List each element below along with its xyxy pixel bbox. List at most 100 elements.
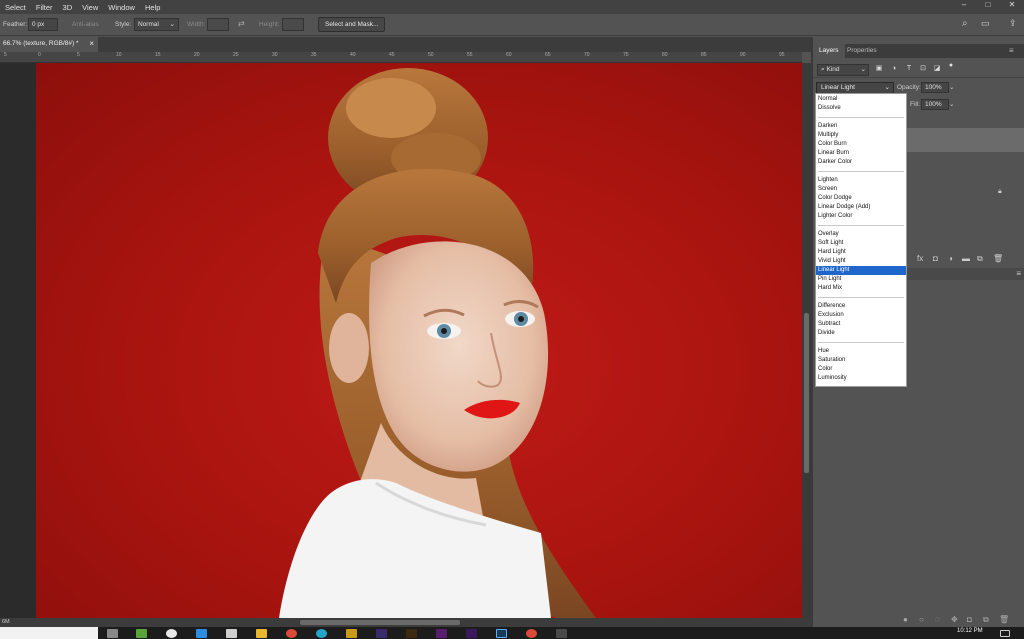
shape-filter-icon[interactable]: ⊡ bbox=[919, 65, 927, 73]
photoshop-icon[interactable] bbox=[496, 629, 507, 638]
blend-mode-option[interactable]: Subtract bbox=[816, 320, 906, 329]
menu-3d[interactable]: 3D bbox=[58, 3, 78, 12]
app-icon[interactable] bbox=[436, 629, 447, 638]
chevron-down-icon[interactable]: ⌄ bbox=[949, 83, 954, 91]
close-button[interactable]: ✕ bbox=[1000, 0, 1024, 14]
menu-window[interactable]: Window bbox=[103, 3, 140, 12]
new-item-icon[interactable]: ⧉ bbox=[983, 615, 989, 625]
blend-mode-option[interactable]: Darker Color bbox=[816, 158, 906, 167]
blend-mode-option[interactable]: Soft Light bbox=[816, 239, 906, 248]
notification-icon[interactable] bbox=[1000, 630, 1010, 637]
new-layer-icon[interactable]: ⧉ bbox=[977, 254, 983, 264]
app-icon[interactable] bbox=[376, 629, 387, 638]
taskview-icon[interactable] bbox=[107, 629, 118, 638]
vertical-scrollbar[interactable] bbox=[802, 63, 811, 618]
menu-filter[interactable]: Filter bbox=[31, 3, 58, 12]
blend-mode-option[interactable]: Difference bbox=[816, 302, 906, 311]
blend-mode-option[interactable]: Divide bbox=[816, 329, 906, 338]
menu-help[interactable]: Help bbox=[140, 3, 165, 12]
app-icon[interactable] bbox=[196, 629, 207, 638]
trash-icon[interactable]: 🗑︎ bbox=[993, 254, 1003, 263]
chrome-icon[interactable] bbox=[286, 629, 297, 638]
menu-view[interactable]: View bbox=[77, 3, 103, 12]
feather-input[interactable]: 0 px bbox=[28, 18, 58, 31]
blend-mode-option[interactable]: Color Dodge bbox=[816, 194, 906, 203]
height-input[interactable] bbox=[282, 18, 304, 31]
app-icon[interactable] bbox=[556, 629, 567, 638]
style-select[interactable]: Normal ⌄ bbox=[134, 18, 179, 31]
select-and-mask-button[interactable]: Select and Mask... bbox=[318, 17, 386, 32]
app-icon[interactable] bbox=[466, 629, 477, 638]
blend-mode-option[interactable]: Hard Light bbox=[816, 248, 906, 257]
app-icon[interactable] bbox=[346, 629, 357, 638]
blend-mode-option[interactable]: Color bbox=[816, 365, 906, 374]
dashed-circle-icon[interactable]: ◌ bbox=[935, 615, 940, 624]
adjustment-layer-icon[interactable]: ◑ bbox=[948, 254, 953, 263]
horizontal-scrollbar-thumb[interactable] bbox=[300, 620, 460, 625]
width-input[interactable] bbox=[207, 18, 229, 31]
circle-icon[interactable]: ○ bbox=[919, 615, 924, 624]
app-icon[interactable] bbox=[136, 629, 147, 638]
type-filter-icon[interactable]: T bbox=[905, 65, 913, 73]
folder-icon[interactable]: ▬ bbox=[962, 254, 970, 263]
document-tab[interactable]: 66.7% (texture, RGB/8#) * × bbox=[0, 37, 98, 52]
blend-mode-option[interactable]: Linear Burn bbox=[816, 149, 906, 158]
layer-row-selected[interactable] bbox=[905, 128, 1024, 152]
blend-mode-option[interactable]: Saturation bbox=[816, 356, 906, 365]
menu-select[interactable]: Select bbox=[0, 3, 31, 12]
panel-menu-icon[interactable]: ≡ bbox=[1016, 269, 1021, 278]
blend-mode-option[interactable]: Screen bbox=[816, 185, 906, 194]
blend-mode-option[interactable]: Color Burn bbox=[816, 140, 906, 149]
workspace-icon[interactable]: ▭ bbox=[981, 18, 990, 29]
kind-filter-select[interactable]: ⌕ Kind ⌄ bbox=[817, 64, 869, 76]
maximize-button[interactable]: □ bbox=[976, 0, 1000, 14]
scrollbar-thumb[interactable] bbox=[804, 313, 809, 473]
panel-menu-icon[interactable]: ≡ bbox=[1009, 44, 1014, 58]
blend-mode-option[interactable]: Hard Mix bbox=[816, 284, 906, 293]
swap-icon[interactable]: ⇄ bbox=[238, 19, 245, 28]
blend-mode-option[interactable]: Luminosity bbox=[816, 374, 906, 383]
opacity-label: Opacity: bbox=[897, 84, 921, 91]
app-icon[interactable] bbox=[226, 629, 237, 638]
blend-mode-option[interactable]: Pin Light bbox=[816, 275, 906, 284]
mask-icon[interactable]: ◘ bbox=[933, 254, 938, 263]
app-icon[interactable] bbox=[406, 629, 417, 638]
blend-mode-option[interactable]: Hue bbox=[816, 347, 906, 356]
trash-icon[interactable]: 🗑︎ bbox=[999, 615, 1009, 624]
blend-mode-option[interactable]: Linear Dodge (Add) bbox=[816, 203, 906, 212]
blend-mode-option[interactable]: Overlay bbox=[816, 230, 906, 239]
transform-icon[interactable]: ✥ bbox=[951, 615, 958, 624]
fx-icon[interactable]: fx bbox=[917, 254, 923, 263]
tab-layers[interactable]: Layers bbox=[813, 44, 845, 58]
opacity-input[interactable]: 100% bbox=[921, 82, 949, 93]
folder-icon[interactable] bbox=[256, 629, 267, 638]
smart-object-filter-icon[interactable]: ◪ bbox=[933, 65, 941, 73]
pixel-filter-icon[interactable]: ▣ bbox=[875, 65, 883, 73]
close-icon[interactable]: × bbox=[89, 39, 94, 48]
blend-mode-option[interactable]: Exclusion bbox=[816, 311, 906, 320]
mask-icon[interactable]: ◘ bbox=[967, 615, 972, 624]
document-canvas[interactable] bbox=[36, 63, 802, 618]
blend-mode-option[interactable]: Linear Light bbox=[816, 266, 906, 275]
app-icon[interactable] bbox=[526, 629, 537, 638]
taskbar-search[interactable] bbox=[0, 627, 98, 639]
antialias-checkbox[interactable]: Anti-alias bbox=[72, 21, 99, 28]
blend-mode-option[interactable]: Normal bbox=[816, 95, 906, 104]
blend-mode-option[interactable]: Vivid Light bbox=[816, 257, 906, 266]
blend-mode-option[interactable]: Lighter Color bbox=[816, 212, 906, 221]
search-icon[interactable]: ⌕ bbox=[962, 18, 968, 29]
app-icon[interactable] bbox=[166, 629, 177, 638]
tab-properties[interactable]: Properties bbox=[841, 44, 883, 58]
blend-mode-option[interactable]: Multiply bbox=[816, 131, 906, 140]
link-icon[interactable]: ● bbox=[903, 615, 908, 624]
blend-mode-option[interactable]: Lighten bbox=[816, 176, 906, 185]
minimize-button[interactable]: – bbox=[952, 0, 976, 14]
share-icon[interactable]: ⇪ bbox=[1009, 18, 1017, 29]
fill-input[interactable]: 100% bbox=[921, 99, 949, 110]
blend-mode-option[interactable]: Darken bbox=[816, 122, 906, 131]
filter-toggle-icon[interactable]: ● bbox=[947, 62, 955, 70]
app-icon[interactable] bbox=[316, 629, 327, 638]
adjustment-filter-icon[interactable]: ◑ bbox=[890, 65, 898, 73]
chevron-down-icon[interactable]: ⌄ bbox=[949, 100, 954, 108]
blend-mode-option[interactable]: Dissolve bbox=[816, 104, 906, 113]
